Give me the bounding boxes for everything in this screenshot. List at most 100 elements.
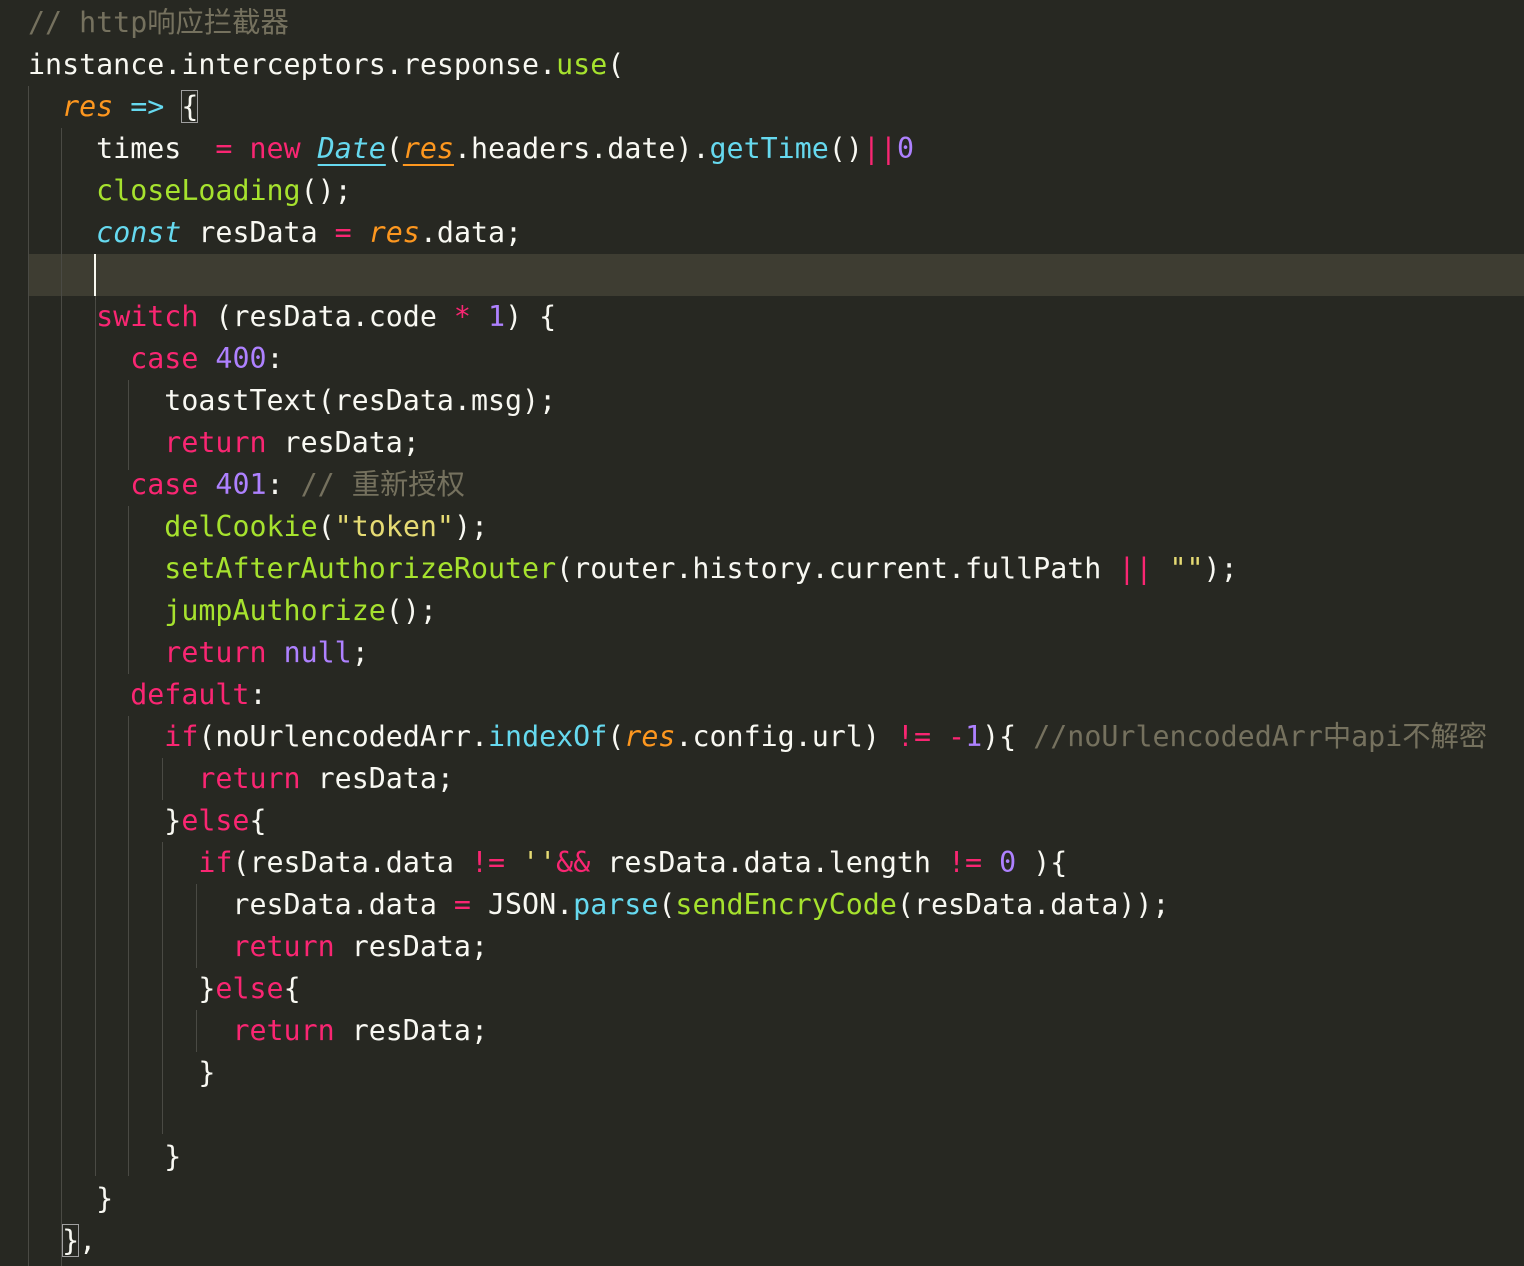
code-token: = (215, 132, 233, 165)
code-token: res (402, 132, 454, 165)
code-token: => (130, 90, 165, 123)
code-token: return (164, 636, 267, 669)
code-token: (noUrlencodedArr. (198, 720, 488, 753)
code-token: (); (385, 594, 437, 627)
code-token: else (215, 972, 284, 1005)
code-token: else (181, 804, 250, 837)
code-token: const (96, 216, 182, 249)
code-token: JSON. (470, 888, 574, 921)
code-token: 0 (999, 846, 1017, 879)
code-line[interactable] (0, 1094, 1524, 1136)
code-token: * (453, 300, 471, 333)
code-line[interactable]: switch (resData.code * 1) { (0, 296, 1524, 338)
code-line[interactable]: res => { (0, 86, 1524, 128)
code-token: ) { (505, 300, 557, 333)
code-line[interactable]: return resData; (0, 758, 1524, 800)
code-token: } (62, 1224, 80, 1257)
code-line-text: if(noUrlencodedArr.indexOf(res.config.ur… (28, 716, 1487, 758)
code-token: ){ (982, 720, 1034, 753)
code-line[interactable]: case 400: (0, 338, 1524, 380)
code-token: .data; (419, 216, 523, 249)
code-line[interactable]: delCookie("token"); (0, 506, 1524, 548)
code-line-text: delCookie("token"); (28, 506, 488, 548)
code-line-text: return resData; (28, 758, 454, 800)
code-token: = (453, 888, 471, 921)
code-line[interactable]: instance.interceptors.response.use( (0, 44, 1524, 86)
code-editor[interactable]: // http响应拦截器 instance.interceptors.respon… (0, 0, 1524, 1266)
code-token: switch (96, 300, 199, 333)
code-token: ){ (1016, 846, 1068, 879)
code-line[interactable]: // http响应拦截器 (0, 2, 1524, 44)
code-line[interactable]: resData.data = JSON.parse(sendEncryCode(… (0, 884, 1524, 926)
code-token: - (948, 720, 966, 753)
code-line[interactable]: closeLoading(); (0, 170, 1524, 212)
code-token: 400 (215, 342, 267, 375)
code-line[interactable]: times = new Date(res.headers.date).getTi… (0, 128, 1524, 170)
code-line[interactable]: jumpAuthorize(); (0, 590, 1524, 632)
code-token: // 重新授权 (300, 468, 465, 501)
code-line[interactable]: }, (0, 1220, 1524, 1262)
code-line[interactable]: }else{ (0, 800, 1524, 842)
code-line-text: jumpAuthorize(); (28, 590, 437, 632)
code-token: 0 (896, 132, 914, 165)
code-token: } (28, 972, 216, 1005)
code-token: new (249, 132, 301, 165)
code-token: case (130, 342, 199, 375)
code-token: res (368, 216, 420, 249)
code-line[interactable]: setAfterAuthorizeRouter(router.history.c… (0, 548, 1524, 590)
code-line[interactable]: if(noUrlencodedArr.indexOf(res.config.ur… (0, 716, 1524, 758)
code-token: : (249, 678, 267, 711)
code-token: != (896, 720, 931, 753)
code-token: instance.interceptors.response. (28, 48, 557, 81)
code-line[interactable]: } (0, 1178, 1524, 1220)
code-line[interactable]: toastText(resData.msg); (0, 380, 1524, 422)
code-token: || (862, 132, 897, 165)
code-line[interactable]: }else{ (0, 968, 1524, 1010)
code-token: ( (385, 132, 403, 165)
code-token: (resData.data)); (896, 888, 1170, 921)
code-line[interactable]: if(resData.data != ''&& resData.data.len… (0, 842, 1524, 884)
code-token: } (28, 804, 182, 837)
code-token: , (79, 1224, 97, 1257)
code-token: != (470, 846, 506, 879)
code-line[interactable]: } (0, 1052, 1524, 1094)
code-token: 1 (965, 720, 983, 753)
code-line[interactable]: case 401: // 重新授权 (0, 464, 1524, 506)
code-line-text: } (28, 1136, 181, 1178)
code-line[interactable] (0, 254, 1524, 296)
code-token: res (62, 90, 114, 123)
code-line-text: const resData = res.data; (28, 212, 522, 254)
code-line[interactable]: return resData; (0, 1010, 1524, 1052)
code-token: resData; (300, 762, 454, 795)
code-token: jumpAuthorize (164, 594, 386, 627)
code-token: resData.data (28, 888, 454, 921)
code-token: null (283, 636, 352, 669)
code-line[interactable]: const resData = res.data; (0, 212, 1524, 254)
code-line[interactable]: return null; (0, 632, 1524, 674)
code-line[interactable]: return resData; (0, 422, 1524, 464)
code-token: (resData.code (198, 300, 454, 333)
code-token: 401 (215, 468, 267, 501)
code-line[interactable]: } (0, 1136, 1524, 1178)
code-line[interactable]: default: (0, 674, 1524, 716)
code-token: '' (522, 846, 557, 879)
code-token: sendEncryCode (675, 888, 897, 921)
code-token: resData; (334, 1014, 488, 1047)
code-token: "token" (334, 510, 454, 543)
code-line-text: // http响应拦截器 (28, 2, 289, 44)
code-line[interactable]: return resData; (0, 926, 1524, 968)
